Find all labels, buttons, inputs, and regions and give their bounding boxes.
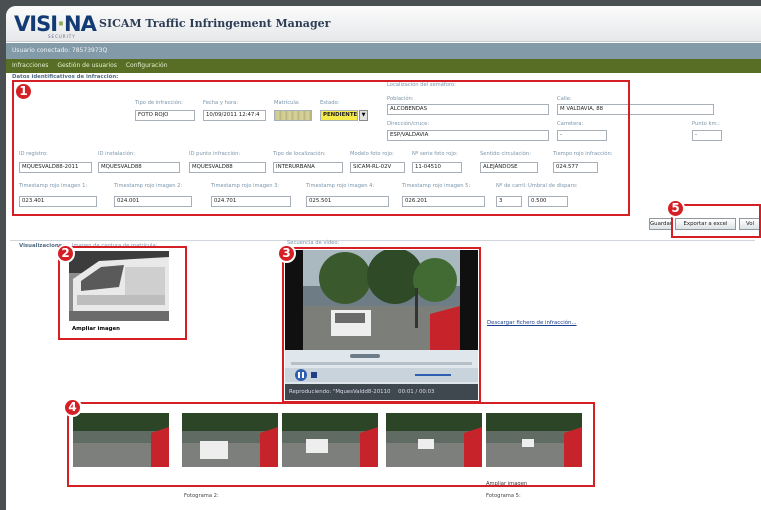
app-title: SICAM Traffic Infringement Manager — [99, 17, 331, 30]
app-header: VISI·NA SECURITY SICAM Traffic Infringem… — [6, 6, 761, 42]
descargar-fichero-link[interactable]: Descargar fichero de infracción... — [487, 320, 577, 326]
callout-2: 2 — [56, 244, 75, 263]
callout-box-3 — [282, 247, 481, 403]
callout-5: 5 — [666, 199, 685, 218]
callout-box-1 — [12, 80, 630, 216]
section-divider — [10, 240, 755, 241]
guardar-button[interactable]: Guardar — [649, 218, 672, 230]
callout-box-2 — [58, 246, 187, 340]
visiona-logo: VISI·NA — [14, 12, 97, 36]
user-bar: Usuario conectado: 78573973Q — [6, 43, 761, 59]
nav-configuracion[interactable]: Configuración — [126, 62, 168, 69]
nav-infracciones[interactable]: Infracciones — [12, 62, 48, 69]
callout-1: 1 — [14, 82, 33, 101]
punto-km-field[interactable]: - — [692, 130, 722, 141]
video-label: Secuencia de vídeo: — [287, 240, 340, 246]
fotograma-2-label: Fotograma 2: — [184, 493, 219, 499]
callout-4: 4 — [63, 398, 82, 417]
nav-gestion-usuarios[interactable]: Gestión de usuarios — [57, 62, 117, 69]
logo-subtitle: SECURITY — [48, 34, 76, 39]
pk-label: Punto km.: — [692, 121, 720, 127]
nav-bar: Infracciones Gestión de usuarios Configu… — [6, 59, 761, 73]
callout-3: 3 — [277, 244, 296, 263]
callout-box-4 — [67, 402, 595, 487]
fotograma-5-label: Fotograma 5: — [486, 493, 521, 499]
